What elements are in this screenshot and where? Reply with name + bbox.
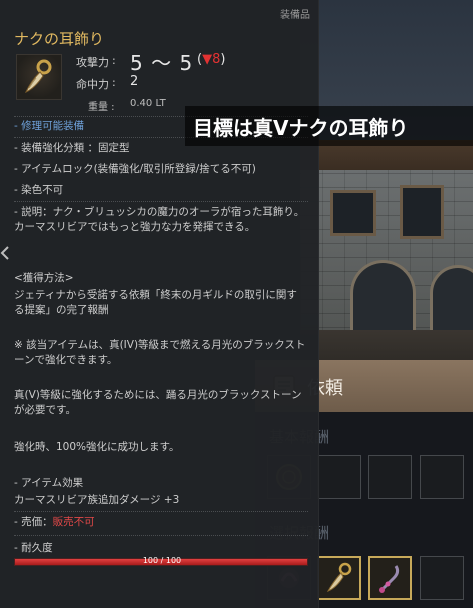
- weight-value: 0.40 LT: [130, 98, 166, 109]
- reward-slot-empty[interactable]: [368, 455, 412, 499]
- attack-diff-close: ): [220, 52, 226, 67]
- building-arch: [350, 260, 416, 333]
- effect-text: カーマスリビア族追加ダメージ +3: [14, 494, 180, 506]
- chevron-left-icon[interactable]: [0, 246, 10, 260]
- item-icon-frame: [16, 54, 62, 100]
- durability-label: - 耐久度: [14, 542, 53, 554]
- divider: [14, 535, 308, 536]
- hit-separator: :: [112, 76, 116, 89]
- note-stone-iv: ※ 該当アイテムは、真(IV)等級まで燃える月光のブラックストーンで強化できます…: [14, 339, 306, 366]
- earring-icon: [326, 562, 352, 592]
- reward-slot-empty[interactable]: [317, 455, 361, 499]
- attack-label: 攻撃力: [76, 56, 109, 69]
- no-dye-text: - 染色不可: [14, 184, 64, 196]
- effect-header: - アイテム効果: [14, 477, 84, 489]
- reward-slot-empty[interactable]: [420, 455, 464, 499]
- sell-price: - 売価：販売不可: [14, 515, 95, 530]
- durability-bar: 100 / 100: [14, 556, 308, 566]
- repairable-text: - 修理可能装備: [14, 120, 85, 132]
- attack-separator: :: [112, 54, 116, 67]
- sell-label: - 売価：: [14, 516, 53, 528]
- building-window: [400, 185, 444, 239]
- attack-value: 5 ～ 5: [130, 51, 194, 75]
- reward-slot-empty[interactable]: [420, 556, 464, 600]
- durability-text: 100 / 100: [142, 556, 182, 565]
- item-title: ナクの耳飾り: [14, 30, 105, 48]
- item-tooltip: 装備品 ナクの耳飾り 攻撃力 : 5 ～ 5 (▼8) 命中力 : 2 重量 :…: [0, 0, 319, 608]
- attack-diff: (▼8): [197, 52, 225, 67]
- note-success-rate: 強化時、100%強化に成功します。: [14, 441, 180, 453]
- description-text: - 説明：ナク・ブリュッシカの魔力のオーラが宿った耳飾り。カーマスリビアではもっ…: [14, 206, 305, 233]
- down-arrow-icon: ▼: [202, 52, 213, 67]
- building-window: [330, 190, 376, 236]
- item-lock-text: - アイテムロック(装備強化/取引所登録/捨てる不可): [14, 163, 256, 175]
- reward-slot-necklace[interactable]: [368, 556, 412, 600]
- earring-icon: [24, 59, 52, 93]
- acquire-text: ジェティナから受諾する依頼「終末の月ギルドの取引に関する提案」の完了報酬: [14, 289, 297, 316]
- enhance-type-text: - 装備強化分類 ：固定型: [14, 142, 130, 154]
- sell-value: 販売不可: [52, 516, 95, 528]
- weight-label: 重量 :: [88, 102, 115, 113]
- hit-label: 命中力: [76, 78, 109, 91]
- caption-text: 目標は真Vナクの耳飾り: [193, 116, 409, 140]
- hit-value: 2: [130, 74, 139, 89]
- reward-slot-earring[interactable]: [317, 556, 361, 600]
- note-stone-v: 真(V)等級に強化するためには、踊る月光のブラックストーンが必要です。: [14, 389, 302, 416]
- divider: [14, 511, 308, 512]
- divider: [14, 201, 308, 202]
- building-arch: [430, 265, 473, 333]
- caption-banner: 目標は真Vナクの耳飾り: [185, 106, 473, 146]
- necklace-icon: [379, 565, 400, 593]
- acquire-header: <獲得方法>: [14, 272, 74, 284]
- item-category: 装備品: [280, 10, 310, 21]
